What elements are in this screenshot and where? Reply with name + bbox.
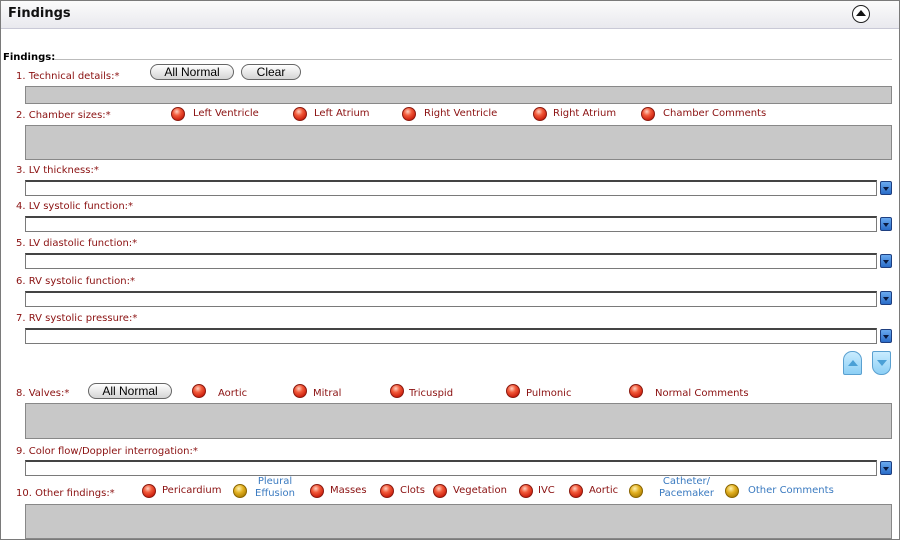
findings-panel: Findings Findings: 1. Technical details:… (0, 0, 900, 540)
section-divider (54, 59, 892, 60)
panel-header: Findings (1, 1, 899, 29)
technical-all-normal-button[interactable]: All Normal (150, 64, 234, 80)
panel-title: Findings (8, 6, 71, 21)
rv-systolic-dropdown-icon[interactable] (880, 291, 892, 305)
rv-systolic-select[interactable] (25, 291, 877, 307)
color-flow-select[interactable] (25, 460, 877, 476)
color-flow-label: 9. Color flow/Doppler interrogation:* (16, 446, 198, 457)
technical-details-label: 1. Technical details:* (16, 71, 120, 82)
chamber-sizes-label: 2. Chamber sizes:* (16, 110, 111, 121)
status-red-icon (433, 484, 447, 498)
other-findings-label: 10. Other findings:* (16, 488, 115, 499)
scroll-up-icon[interactable] (843, 351, 862, 375)
rv-pressure-label: 7. RV systolic pressure:* (16, 313, 138, 324)
other-findings-textarea[interactable] (25, 504, 892, 539)
section-heading: Findings: (3, 52, 56, 63)
status-red-icon (142, 484, 156, 498)
valves-textarea[interactable] (25, 403, 892, 439)
lv-diastolic-select[interactable] (25, 253, 877, 269)
status-red-icon (171, 107, 185, 121)
technical-details-textarea[interactable] (25, 86, 892, 104)
status-yellow-icon (629, 484, 643, 498)
rv-pressure-dropdown-icon[interactable] (880, 329, 892, 343)
lv-diastolic-label: 5. LV diastolic function:* (16, 238, 138, 249)
status-red-icon (569, 484, 583, 498)
status-red-icon (629, 384, 643, 398)
color-flow-dropdown-icon[interactable] (880, 461, 892, 475)
status-yellow-icon (725, 484, 739, 498)
lv-systolic-dropdown-icon[interactable] (880, 217, 892, 231)
collapse-icon[interactable] (852, 5, 870, 23)
status-red-icon (402, 107, 416, 121)
status-red-icon (390, 384, 404, 398)
status-yellow-icon (233, 484, 247, 498)
status-red-icon (380, 484, 394, 498)
status-red-icon (192, 384, 206, 398)
status-red-icon (310, 484, 324, 498)
valves-all-normal-button[interactable]: All Normal (88, 383, 172, 399)
lv-systolic-select[interactable] (25, 216, 877, 232)
chamber-sizes-textarea[interactable] (25, 125, 892, 160)
technical-clear-button[interactable]: Clear (241, 64, 301, 80)
catheter-pacemaker-text: Catheter/ Pacemaker (659, 476, 714, 499)
status-red-icon (293, 107, 307, 121)
pleural-effusion-text: Pleural Effusion (255, 476, 295, 499)
rv-systolic-label: 6. RV systolic function:* (16, 276, 135, 287)
status-red-icon (506, 384, 520, 398)
rv-pressure-select[interactable] (25, 328, 877, 344)
scroll-down-icon[interactable] (872, 351, 891, 375)
valves-label: 8. Valves:* (16, 388, 70, 399)
status-red-icon (641, 107, 655, 121)
lv-thickness-label: 3. LV thickness:* (16, 165, 99, 176)
status-red-icon (519, 484, 533, 498)
lv-systolic-label: 4. LV systolic function:* (16, 201, 134, 212)
status-red-icon (533, 107, 547, 121)
lv-thickness-select[interactable] (25, 180, 877, 196)
status-red-icon (293, 384, 307, 398)
lv-thickness-dropdown-icon[interactable] (880, 181, 892, 195)
lv-diastolic-dropdown-icon[interactable] (880, 254, 892, 268)
